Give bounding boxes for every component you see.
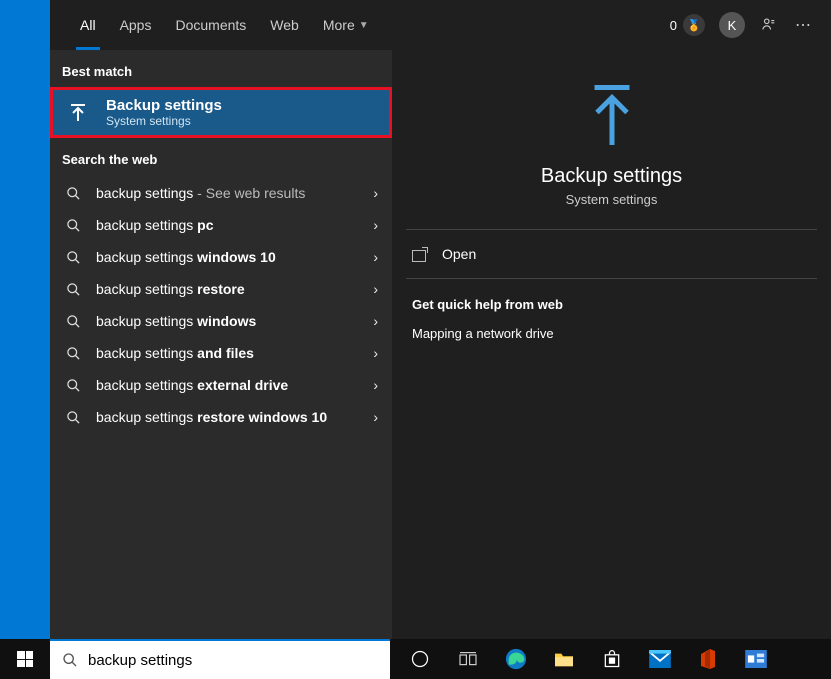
start-button[interactable] <box>0 639 50 679</box>
medal-icon: 🏅 <box>683 14 705 36</box>
search-panel: All Apps Documents Web More▼ 0 🏅 K ⋯ Bes… <box>50 0 831 639</box>
web-result-text: backup settings windows 10 <box>96 249 359 265</box>
web-result-text: backup settings and files <box>96 345 359 361</box>
tab-web[interactable]: Web <box>258 0 311 50</box>
file-explorer-icon[interactable] <box>540 639 588 679</box>
web-result-text: backup settings pc <box>96 217 359 233</box>
help-link[interactable]: Mapping a network drive <box>406 322 817 345</box>
account-avatar[interactable]: K <box>719 12 745 38</box>
chevron-right-icon: › <box>373 185 378 201</box>
preview-column: Backup settings System settings Open Get… <box>392 50 831 639</box>
quick-help-header: Get quick help from web <box>406 279 817 322</box>
web-result-item[interactable]: backup settings and files › <box>50 337 392 369</box>
chevron-right-icon: › <box>373 377 378 393</box>
best-match-subtitle: System settings <box>106 114 222 128</box>
best-match-label: Best match <box>50 50 392 87</box>
web-result-text: backup settings restore windows 10 <box>96 409 359 425</box>
tab-apps[interactable]: Apps <box>108 0 164 50</box>
open-label: Open <box>442 246 476 262</box>
windows-logo-icon <box>17 651 33 667</box>
tab-more[interactable]: More▼ <box>311 0 381 50</box>
search-icon <box>64 314 82 329</box>
open-action[interactable]: Open <box>406 230 817 279</box>
web-result-item[interactable]: backup settings restore › <box>50 273 392 305</box>
search-icon <box>64 378 82 393</box>
search-icon <box>64 218 82 233</box>
preview-title: Backup settings <box>406 165 817 188</box>
search-icon <box>62 652 78 668</box>
chevron-right-icon: › <box>373 281 378 297</box>
backup-icon-large <box>582 80 642 150</box>
web-result-text: backup settings external drive <box>96 377 359 393</box>
web-result-item[interactable]: backup settings restore windows 10 › <box>50 401 392 433</box>
rewards-points[interactable]: 0 🏅 <box>670 14 705 36</box>
app-icon[interactable] <box>732 639 780 679</box>
search-icon <box>64 410 82 425</box>
search-icon <box>64 250 82 265</box>
preview-card: Backup settings System settings <box>406 62 817 230</box>
office-icon[interactable] <box>684 639 732 679</box>
mail-icon[interactable] <box>636 639 684 679</box>
chevron-right-icon: › <box>373 249 378 265</box>
web-result-item[interactable]: backup settings pc › <box>50 209 392 241</box>
web-result-text: backup settings restore <box>96 281 359 297</box>
web-result-item[interactable]: backup settings windows 10 › <box>50 241 392 273</box>
results-column: Best match Backup settings System settin… <box>50 50 392 639</box>
search-icon <box>64 282 82 297</box>
store-icon[interactable] <box>588 639 636 679</box>
web-result-item[interactable]: backup settings - See web results › <box>50 177 392 209</box>
preview-subtitle: System settings <box>406 192 817 207</box>
tab-documents[interactable]: Documents <box>163 0 258 50</box>
web-result-text: backup settings windows <box>96 313 359 329</box>
search-icon <box>64 186 82 201</box>
best-match-result[interactable]: Backup settings System settings <box>50 87 392 138</box>
chevron-down-icon: ▼ <box>359 20 369 31</box>
chevron-right-icon: › <box>373 217 378 233</box>
chevron-right-icon: › <box>373 313 378 329</box>
tab-all[interactable]: All <box>68 0 108 50</box>
open-icon <box>412 247 428 261</box>
web-result-text: backup settings - See web results <box>96 185 359 201</box>
cortana-icon[interactable] <box>396 639 444 679</box>
task-view-icon[interactable] <box>444 639 492 679</box>
backup-icon <box>64 101 92 125</box>
search-filter-tabbar: All Apps Documents Web More▼ 0 🏅 K ⋯ <box>50 0 831 50</box>
best-match-title: Backup settings <box>106 97 222 114</box>
web-result-item[interactable]: backup settings windows › <box>50 305 392 337</box>
desktop-accent-strip <box>0 0 50 639</box>
taskbar-search-box[interactable] <box>50 639 390 679</box>
search-web-label: Search the web <box>50 138 392 175</box>
search-icon <box>64 346 82 361</box>
search-input[interactable] <box>88 652 378 669</box>
more-options-icon[interactable]: ⋯ <box>793 15 813 35</box>
chevron-right-icon: › <box>373 409 378 425</box>
edge-icon[interactable] <box>492 639 540 679</box>
web-result-item[interactable]: backup settings external drive › <box>50 369 392 401</box>
taskbar <box>0 639 831 679</box>
chevron-right-icon: › <box>373 345 378 361</box>
feedback-icon[interactable] <box>759 15 779 35</box>
